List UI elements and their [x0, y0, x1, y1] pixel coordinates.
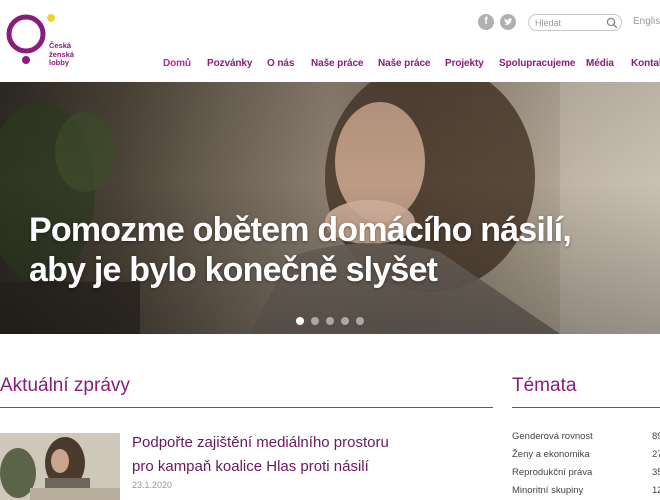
topic-item[interactable]: Genderová rovnost 89: [512, 431, 660, 449]
slider-dot[interactable]: [356, 317, 364, 325]
news-thumbnail[interactable]: [0, 433, 120, 500]
topic-label: Ženy a ekonomika: [512, 449, 590, 460]
news-headline-line: pro kampaň koalice Hlas proti násilí: [132, 458, 369, 475]
topic-label: Genderová rovnost: [512, 431, 593, 442]
news-headline-line: Podpořte zajištění mediálního prostoru: [132, 434, 389, 451]
slider-dot[interactable]: [326, 317, 334, 325]
topic-label: Minoritní skupiny: [512, 485, 584, 496]
hero-title-line: Pomozme obětem domácího násilí,: [29, 211, 572, 249]
topic-count: 35: [652, 467, 660, 478]
twitter-icon[interactable]: [500, 14, 516, 30]
facebook-icon[interactable]: f: [478, 14, 494, 30]
slider-dot[interactable]: [341, 317, 349, 325]
topic-count: 27: [652, 449, 660, 460]
topic-count: 12: [652, 485, 660, 496]
nav-item-domu[interactable]: Domů: [163, 58, 191, 69]
topic-item[interactable]: Reprodukční práva 35: [512, 467, 660, 485]
topic-item[interactable]: Ženy a ekonomika 27: [512, 449, 660, 467]
news-date: 23.1.2020: [132, 480, 173, 490]
nav-item-nase-prace[interactable]: Naše práce: [311, 58, 363, 69]
topic-label: Reprodukční práva: [512, 467, 593, 478]
nav-item-kontakt[interactable]: Kontakt: [631, 58, 660, 69]
slider-dot[interactable]: [311, 317, 319, 325]
slider-dot[interactable]: [296, 317, 304, 325]
hero-title-line: aby je bylo konečně slyšet: [29, 251, 438, 289]
twitter-bird-icon: [504, 18, 513, 25]
news-section-title: Aktuální zprávy: [0, 375, 130, 396]
search-box[interactable]: [528, 14, 622, 31]
hero-slider[interactable]: Pomozme obětem domácího násilí, aby je b…: [0, 82, 660, 334]
nav-item-nase-prace-2[interactable]: Naše práce: [378, 58, 430, 69]
main-nav: Domů Pozvánky O nás Naše práce Naše prác…: [0, 58, 660, 72]
search-input[interactable]: [535, 16, 605, 29]
hero-title[interactable]: Pomozme obětem domácího násilí, aby je b…: [29, 210, 649, 290]
news-thumbnail-image: [0, 433, 120, 500]
nav-item-pozvanky[interactable]: Pozvánky: [207, 58, 252, 69]
news-headline-link[interactable]: Podpořte zajištění mediálního prostoru p…: [132, 431, 412, 479]
topic-count: 89: [652, 431, 660, 442]
nav-item-spolupracujeme[interactable]: Spolupracujeme: [499, 58, 576, 69]
topics-divider: [512, 407, 660, 408]
topic-item[interactable]: Minoritní skupiny 12: [512, 485, 660, 500]
nav-item-media[interactable]: Média: [586, 58, 614, 69]
nav-item-o-nas[interactable]: O nás: [267, 58, 294, 69]
news-divider: [0, 407, 493, 408]
hero-overlay: [0, 82, 660, 334]
search-icon[interactable]: [606, 17, 618, 29]
language-switch-link[interactable]: English: [633, 16, 660, 27]
site-header: Česká ženská lobby f English Domů Pozván…: [0, 0, 660, 82]
nav-item-projekty[interactable]: Projekty: [445, 58, 484, 69]
topics-section-title: Témata: [512, 375, 577, 396]
